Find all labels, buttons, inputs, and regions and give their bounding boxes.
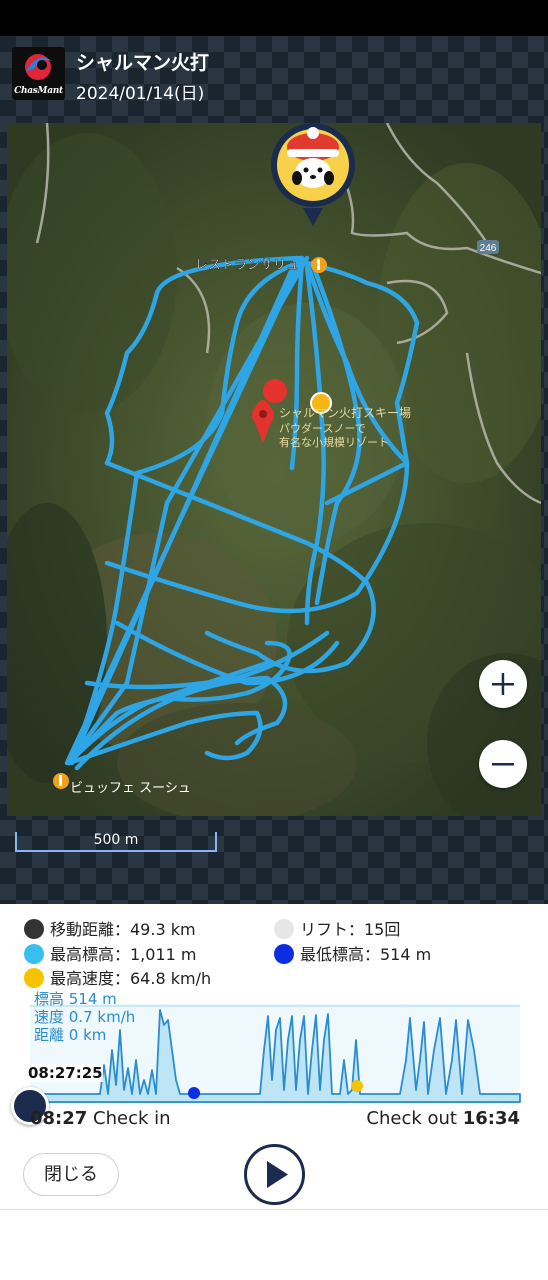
max-speed-dot-icon <box>24 968 44 988</box>
restaurant-pin-icon <box>311 257 327 273</box>
stat-max-altitude: 最高標高：1,011 m <box>24 941 196 965</box>
max-altitude-value: 最高標高：1,011 m <box>50 945 197 964</box>
stats-panel: 移動距離：49.3 km リフト：15回 最高標高：1,011 m 最低標高：5… <box>0 904 548 990</box>
checkin-time: 08:27 <box>30 1108 88 1129</box>
max-speed-value: 最高速度：64.8 km/h <box>50 969 212 988</box>
lifts-value: リフト：15回 <box>300 920 401 939</box>
resort-name: シャルマン火打 <box>76 52 210 74</box>
stat-distance: 移動距離：49.3 km <box>24 916 196 940</box>
stat-min-altitude: 最低標高：514 m <box>274 941 431 965</box>
buffet-pin-icon <box>53 773 69 789</box>
zoom-out-button[interactable] <box>479 740 527 788</box>
map-area[interactable]: ChasMant シャルマン火打 2024/01/14(日) 246 レストラン… <box>0 36 548 904</box>
chart-readout: 標高 514 m 速度 0.7 km/h 距離 0 km <box>34 990 135 1044</box>
activity-date: 2024/01/14(日) <box>76 84 205 104</box>
resort-label-line2: パウダースノーで <box>279 421 366 435</box>
stat-lifts: リフト：15回 <box>274 916 400 940</box>
scale-label: 500 m <box>93 832 139 848</box>
checkin-info: 08:27 Check in <box>30 1108 171 1129</box>
stat-max-speed: 最高速度：64.8 km/h <box>24 965 211 989</box>
speed-readout: 速度 0.7 km/h <box>34 1008 136 1026</box>
logo: ChasMant <box>12 47 65 100</box>
footer-divider <box>0 1209 548 1210</box>
road-number: 246 <box>480 243 497 254</box>
play-button[interactable] <box>244 1144 305 1205</box>
min-altitude-dot-icon <box>274 944 294 964</box>
status-bar <box>0 0 548 36</box>
zoom-in-button[interactable] <box>479 660 527 708</box>
checkout-info: Check out 16:34 <box>366 1108 520 1129</box>
satellite-map[interactable]: 246 レストランサリュ シャルマン火打スキー場 パウダースノーで 有名な小規模… <box>7 123 541 816</box>
buffet-label: ビュッフェ スーシュ <box>70 781 191 796</box>
map-scale-bar: 500 m <box>15 832 217 852</box>
checkout-label: Check out <box>366 1108 463 1129</box>
distance-readout: 距離 0 km <box>34 1026 107 1044</box>
resort-label-line1: シャルマン火打スキー場 <box>279 406 411 420</box>
logo-text: ChasMant <box>14 86 63 96</box>
header: ChasMant シャルマン火打 2024/01/14(日) <box>0 36 548 122</box>
checkin-label: Check in <box>87 1108 171 1129</box>
altitude-chart[interactable]: 標高 514 m 速度 0.7 km/h 距離 0 km 08:27:25 08… <box>0 990 548 1138</box>
plus-icon <box>492 673 514 695</box>
resort-label-line3: 有名な小規模リゾート <box>279 435 389 449</box>
lifts-dot-icon <box>274 919 294 939</box>
close-button[interactable]: 閉じる <box>23 1153 119 1196</box>
min-altitude-marker <box>188 1087 200 1099</box>
altitude-readout: 標高 514 m <box>34 990 117 1008</box>
distance-dot-icon <box>24 919 44 939</box>
distance-value: 移動距離：49.3 km <box>50 920 196 939</box>
play-icon <box>267 1161 288 1188</box>
restaurant-label: レストランサリュ <box>195 258 299 273</box>
checkout-time: 16:34 <box>462 1108 520 1129</box>
min-altitude-value: 最低標高：514 m <box>300 945 432 964</box>
minus-icon <box>492 763 514 766</box>
max-altitude-dot-icon <box>24 944 44 964</box>
max-speed-marker <box>351 1080 363 1092</box>
current-time-label: 08:27:25 <box>28 1064 103 1082</box>
